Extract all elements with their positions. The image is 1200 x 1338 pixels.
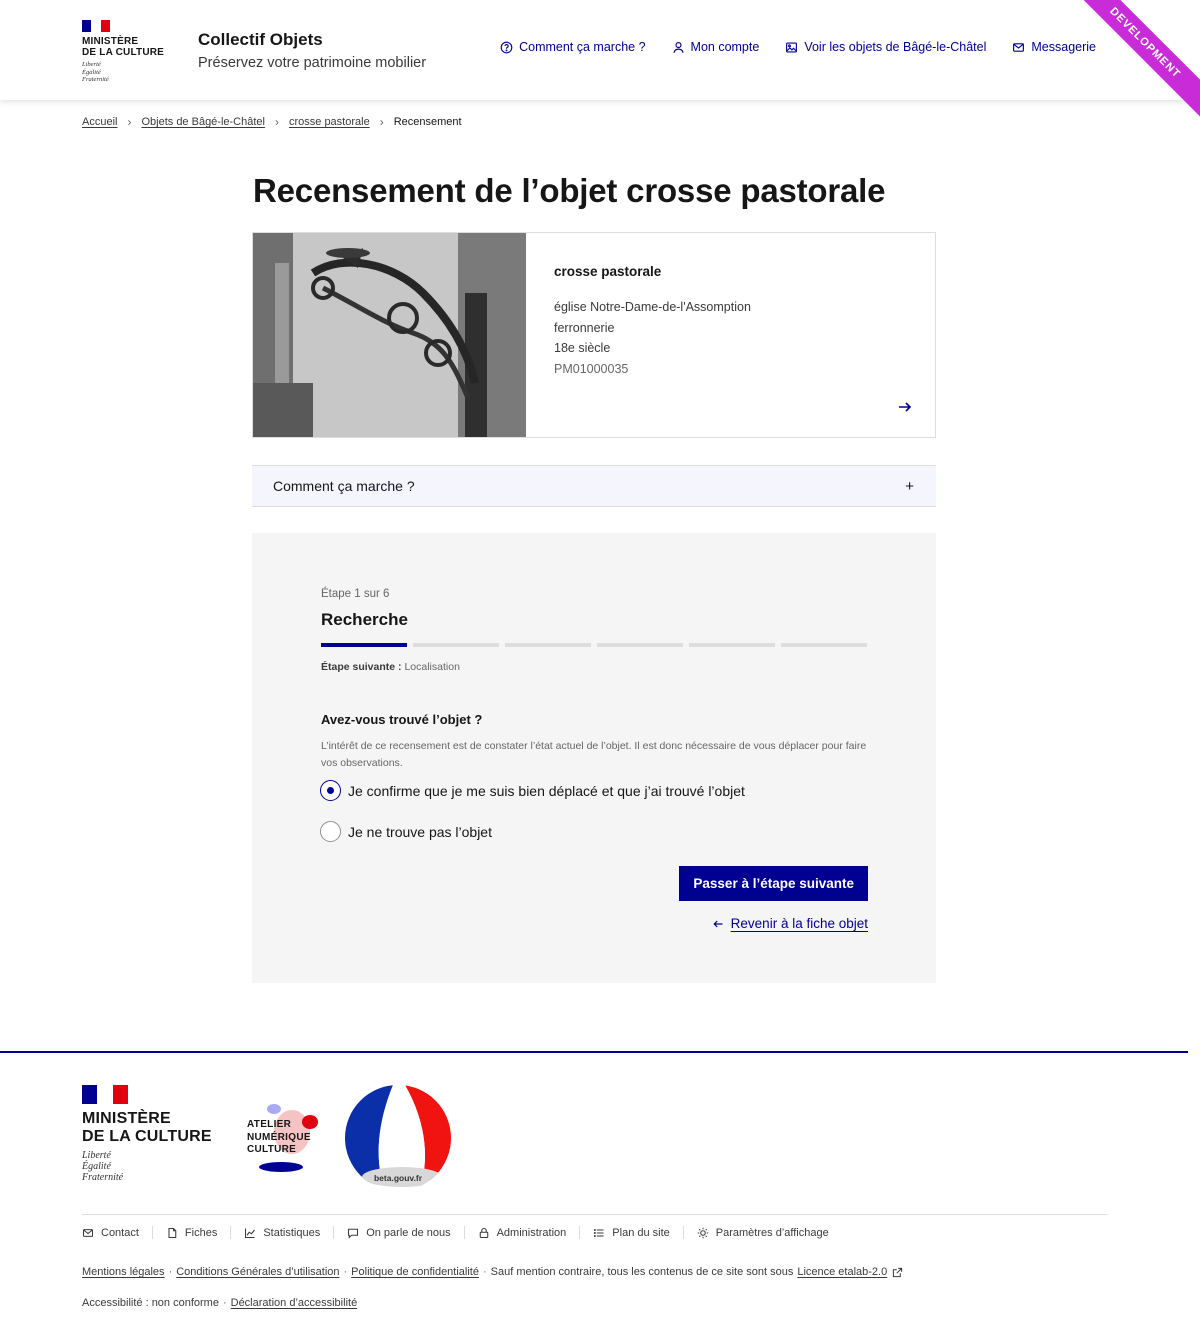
footer-link-fiches[interactable]: Fiches (166, 1227, 217, 1239)
licence-link[interactable]: Licence etalab-2.0 (797, 1266, 887, 1278)
chat-icon (348, 1228, 359, 1239)
sun-icon (697, 1227, 709, 1238)
stepper-segment (689, 643, 775, 647)
cgu-link[interactable]: Conditions Générales d’utilisation (176, 1266, 339, 1278)
chevron-right-icon: › (379, 115, 384, 129)
ministere-logo[interactable]: MINISTÈRE DE LA CULTURE Liberté Égalité … (82, 20, 172, 84)
stepper-segment (321, 643, 407, 647)
object-card[interactable]: crosse pastorale église Notre-Dame-de-l'… (252, 232, 936, 438)
nav-my-account[interactable]: Mon compte (672, 40, 759, 54)
object-reference: PM01000035 (554, 361, 629, 376)
legal-links: Mentions légales · Conditions Générales … (82, 1266, 903, 1278)
footer-link-contact[interactable]: Contact (82, 1227, 139, 1239)
radio-not-found-object[interactable]: Je ne trouve pas l’objet (320, 821, 492, 842)
arrow-right-icon[interactable] (897, 399, 913, 415)
mail-icon (82, 1228, 94, 1237)
nav-how-it-works[interactable]: Comment ça marche ? (500, 40, 646, 54)
footer-link-statistiques[interactable]: Statistiques (244, 1227, 320, 1239)
accessibility-declaration-link[interactable]: Déclaration d’accessibilité (231, 1297, 358, 1309)
external-link-icon (893, 1267, 903, 1277)
user-icon (673, 41, 684, 53)
object-century: 18e siècle (554, 341, 611, 355)
ministere-name: MINISTÈRE DE LA CULTURE (82, 36, 165, 58)
footer-divider (82, 1214, 1107, 1215)
breadcrumb-current: Recensement (393, 116, 462, 128)
chevron-right-icon: › (127, 115, 132, 129)
accordion-label: Comment ça marche ? (273, 478, 415, 494)
step-title: Recherche (321, 610, 408, 629)
breadcrumb-home[interactable]: Accueil (82, 116, 117, 128)
stepper-segment (781, 643, 867, 647)
header-nav: Comment ça marche ? Mon compte Voir les … (500, 40, 1096, 54)
breadcrumb-commune-objects[interactable]: Objets de Bâgé-le-Châtel (141, 116, 265, 128)
nav-messagerie[interactable]: Messagerie (1012, 40, 1096, 54)
service-title: Collectif Objets (198, 30, 323, 49)
object-title[interactable]: crosse pastorale (554, 263, 935, 281)
footer-link-press[interactable]: On parle de nous (347, 1227, 451, 1239)
page-title: Recensement de l’objet crosse pastorale (253, 172, 886, 209)
radio-unchecked-icon[interactable] (320, 821, 341, 842)
object-category: ferronnerie (554, 320, 615, 335)
marianne-flag-icon (82, 1085, 128, 1104)
devise: Liberté Égalité Fraternité (82, 61, 109, 83)
chart-icon (245, 1228, 256, 1238)
service-title-block[interactable]: Collectif Objets Préservez votre patrimo… (198, 30, 426, 72)
site-footer: MINISTÈRE DE LA CULTURE Liberté Égalité … (0, 1051, 1188, 1338)
step-count: Étape 1 sur 6 (321, 588, 390, 600)
object-edifice: église Notre-Dame-de-l'Assomption (554, 300, 751, 314)
footer-link-display-settings[interactable]: Paramètres d’affichage (697, 1227, 829, 1239)
question-hint: L’intérêt de ce recensement est de const… (321, 740, 867, 769)
stepper-segment (597, 643, 683, 647)
lock-icon (479, 1227, 488, 1238)
recensement-form: Étape 1 sur 6 Recherche Étape suivante :… (252, 533, 936, 983)
stepper-segment (505, 643, 591, 647)
accessibility-row: Accessibilité : non conforme · Déclarati… (82, 1297, 358, 1309)
breadcrumb-object[interactable]: crosse pastorale (289, 116, 370, 128)
image-icon (786, 41, 798, 53)
atelier-numerique-logo[interactable]: ATELIER NUMÉRIQUE CULTURE (244, 1102, 324, 1177)
chevron-right-icon: › (274, 115, 279, 129)
question-label: Avez-vous trouvé l’objet ? (321, 712, 483, 727)
stepper-segment (413, 643, 499, 647)
beta-gouv-logo[interactable]: beta.gouv.fr (345, 1085, 451, 1191)
back-to-object-link[interactable]: Revenir à la fiche objet (712, 916, 868, 931)
object-card-body: crosse pastorale église Notre-Dame-de-l'… (526, 233, 935, 437)
list-icon (594, 1228, 604, 1237)
document-icon (168, 1227, 177, 1238)
radio-checked-icon[interactable] (320, 780, 341, 801)
object-photo (253, 233, 526, 437)
footer-ministere-logo[interactable]: MINISTÈRE DE LA CULTURE Liberté Égalité … (82, 1085, 232, 1183)
privacy-link[interactable]: Politique de confidentialité (351, 1266, 479, 1278)
breadcrumb: Accueil › Objets de Bâgé-le-Châtel › cro… (82, 115, 462, 129)
footer-link-sitemap[interactable]: Plan du site (593, 1227, 670, 1239)
next-step: Étape suivante : Localisation (321, 661, 460, 673)
legal-mentions-link[interactable]: Mentions légales (82, 1266, 165, 1278)
arrow-left-icon (713, 920, 723, 927)
footer-links: Contact Fiches Statistiques On parle de … (82, 1226, 829, 1239)
how-it-works-accordion[interactable]: Comment ça marche ? + (252, 465, 936, 507)
mail-icon (1013, 42, 1025, 52)
accessibility-status: Accessibilité : non conforme (82, 1297, 219, 1309)
service-tagline: Préservez votre patrimoine mobilier (198, 55, 427, 71)
next-step-button[interactable]: Passer à l’étape suivante (679, 866, 868, 901)
radio-found-object[interactable]: Je confirme que je me suis bien déplacé … (320, 780, 745, 801)
plus-icon: + (905, 477, 914, 495)
nav-commune-objects[interactable]: Voir les objets de Bâgé-le-Châtel (785, 40, 986, 54)
site-header: MINISTÈRE DE LA CULTURE Liberté Égalité … (0, 0, 1200, 100)
licence-notice: Sauf mention contraire, tous les contenu… (490, 1266, 794, 1278)
marianne-flag-icon (82, 20, 110, 32)
question-circle-icon (500, 41, 513, 53)
stepper-progress (321, 643, 867, 647)
footer-link-administration[interactable]: Administration (478, 1227, 566, 1239)
